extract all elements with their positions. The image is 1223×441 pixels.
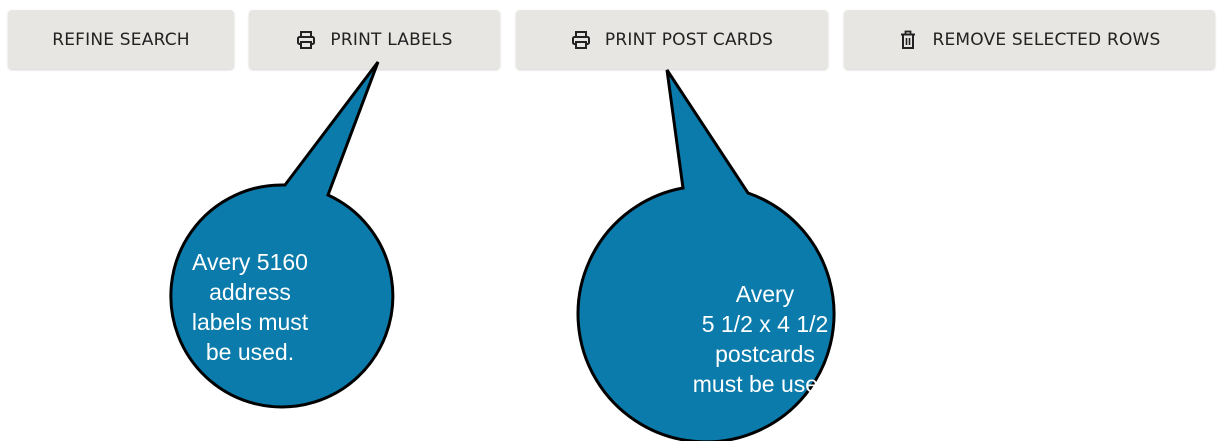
callout-postcards-text: Avery 5 1/2 x 4 1/2 postcards must be us… (665, 279, 865, 399)
callout-layer (169, 61, 836, 441)
callout-labels-line: labels must (191, 309, 309, 335)
callout-labels-text: Avery 5160 address labels must be used. (150, 247, 350, 367)
callout-labels-line: be used. (205, 339, 295, 365)
callout-labels-line: Avery 5160 (192, 249, 308, 275)
callout-postcards-line: Avery (735, 281, 795, 307)
callout-postcards-line: 5 1/2 x 4 1/2 (701, 311, 829, 337)
callout-labels-line: address (209, 279, 291, 305)
callout-postcards-line: postcards (715, 341, 815, 367)
callout-postcards-line: must be used. (692, 371, 838, 397)
